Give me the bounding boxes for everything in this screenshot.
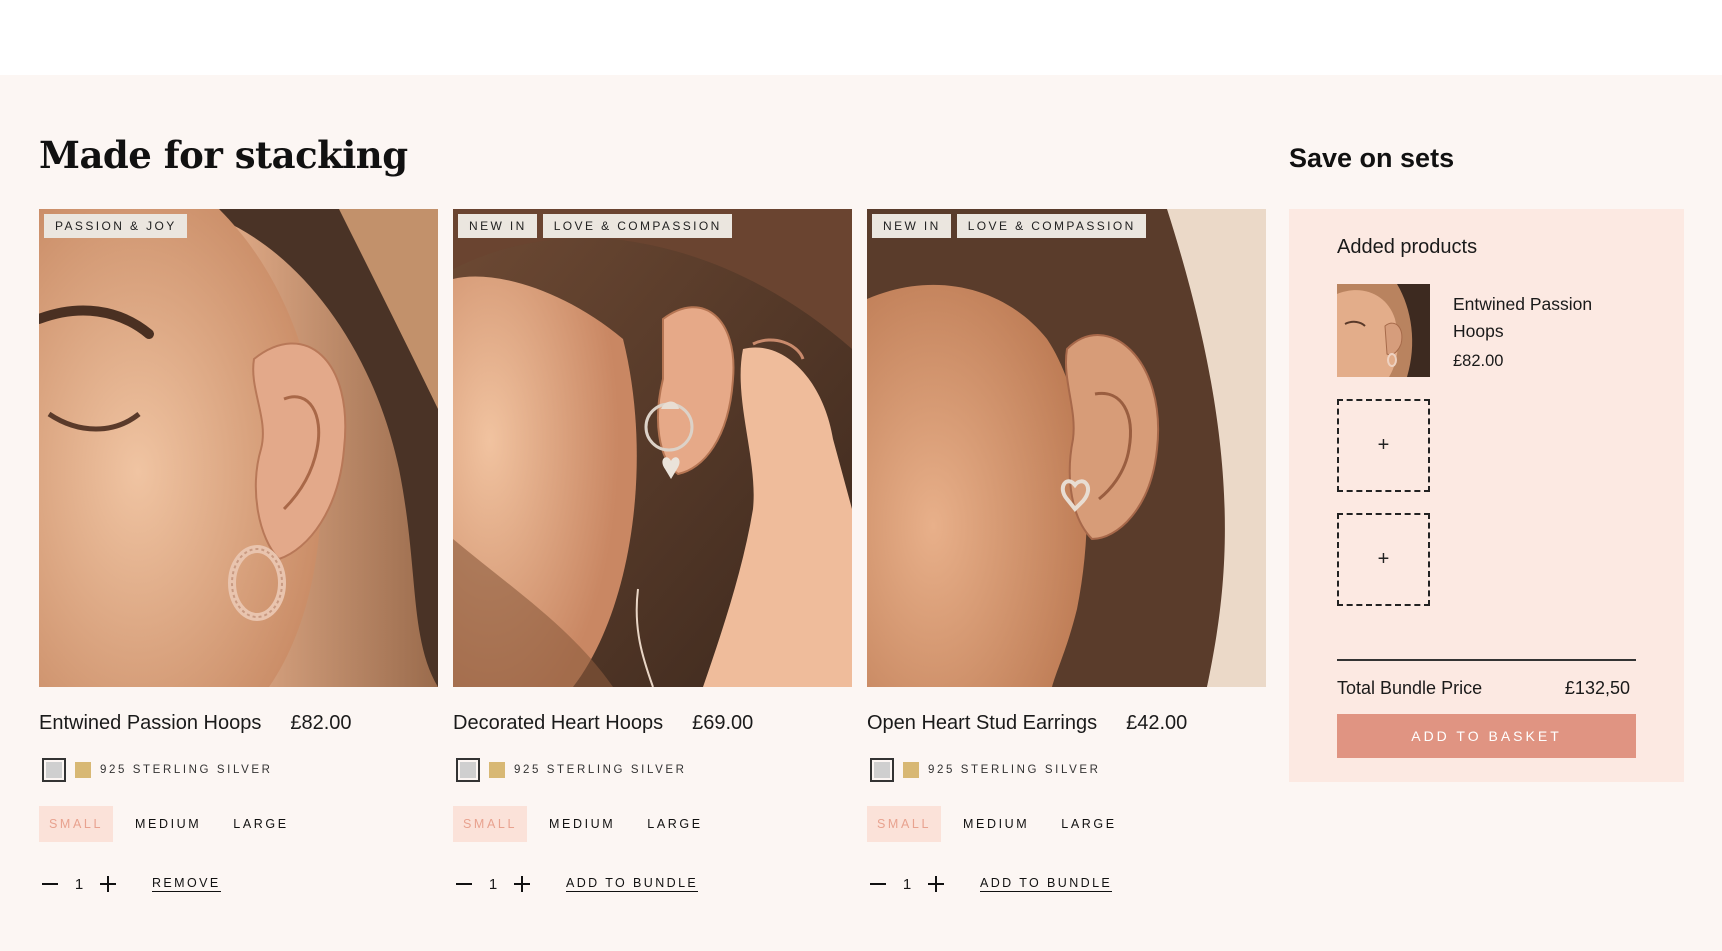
empty-bundle-slot[interactable]: + bbox=[1337, 399, 1430, 492]
size-option-large[interactable]: LARGE bbox=[1051, 806, 1126, 842]
size-option-medium[interactable]: MEDIUM bbox=[125, 806, 211, 842]
size-option-large[interactable]: LARGE bbox=[637, 806, 712, 842]
product-image[interactable]: NEW IN LOVE & COMPASSION bbox=[867, 209, 1266, 687]
bundle-title: Save on sets bbox=[1289, 143, 1455, 173]
size-option-medium[interactable]: MEDIUM bbox=[953, 806, 1039, 842]
minus-icon[interactable] bbox=[39, 873, 61, 895]
product-price: £82.00 bbox=[290, 712, 352, 734]
size-option-small[interactable]: SMALL bbox=[867, 806, 941, 842]
gold-swatch[interactable] bbox=[75, 762, 91, 778]
size-option-small[interactable]: SMALL bbox=[453, 806, 527, 842]
variant-label: 925 STERLING SILVER bbox=[100, 764, 273, 776]
variant-label: 925 STERLING SILVER bbox=[514, 764, 687, 776]
quantity-value: 1 bbox=[902, 875, 912, 893]
add-to-bundle-button[interactable]: ADD TO BUNDLE bbox=[980, 876, 1113, 892]
product-name[interactable]: Open Heart Stud Earrings bbox=[867, 712, 1097, 735]
add-to-basket-button[interactable]: ADD TO BASKET bbox=[1337, 714, 1636, 758]
total-value: £132,50 bbox=[1564, 678, 1630, 698]
product-tag: PASSION & JOY bbox=[44, 214, 187, 238]
quantity-value: 1 bbox=[488, 875, 498, 893]
size-option-small[interactable]: SMALL bbox=[39, 806, 113, 842]
add-to-bundle-button[interactable]: ADD TO BUNDLE bbox=[566, 876, 699, 892]
variant-label: 925 STERLING SILVER bbox=[928, 764, 1101, 776]
minus-icon[interactable] bbox=[867, 873, 889, 895]
product-tag: NEW IN bbox=[872, 214, 951, 238]
empty-bundle-slot[interactable]: + bbox=[1337, 513, 1430, 606]
section-heading: Made for stacking bbox=[39, 133, 408, 177]
added-product-thumbnail[interactable] bbox=[1337, 284, 1430, 377]
size-option-large[interactable]: LARGE bbox=[223, 806, 298, 842]
gold-swatch[interactable] bbox=[903, 762, 919, 778]
total-label: Total Bundle Price bbox=[1337, 678, 1483, 698]
plus-icon: + bbox=[1377, 434, 1390, 456]
product-tag: NEW IN bbox=[458, 214, 537, 238]
plus-icon[interactable] bbox=[97, 873, 119, 895]
quantity-value: 1 bbox=[74, 875, 84, 893]
product-name[interactable]: Decorated Heart Hoops bbox=[453, 712, 663, 735]
remove-button[interactable]: REMOVE bbox=[152, 876, 221, 892]
added-product-price: £82.00 bbox=[1453, 352, 1504, 370]
silver-swatch[interactable] bbox=[456, 758, 480, 782]
product-tag: LOVE & COMPASSION bbox=[956, 214, 1146, 238]
product-price: £42.00 bbox=[1126, 712, 1188, 734]
silver-swatch[interactable] bbox=[42, 758, 66, 782]
plus-icon[interactable] bbox=[511, 873, 533, 895]
plus-icon[interactable] bbox=[925, 873, 947, 895]
bundle-panel: Added products Entwined Passion Hoops £8… bbox=[1289, 209, 1684, 782]
size-option-medium[interactable]: MEDIUM bbox=[539, 806, 625, 842]
added-products-title: Added products bbox=[1337, 236, 1478, 258]
product-tag: LOVE & COMPASSION bbox=[542, 214, 732, 238]
added-product-name: Entwined Passion Hoops bbox=[1453, 294, 1593, 341]
product-name[interactable]: Entwined Passion Hoops bbox=[39, 712, 261, 735]
product-price: £69.00 bbox=[692, 712, 754, 734]
plus-icon: + bbox=[1377, 548, 1390, 570]
gold-swatch[interactable] bbox=[489, 762, 505, 778]
minus-icon[interactable] bbox=[453, 873, 475, 895]
product-image[interactable]: PASSION & JOY bbox=[39, 209, 438, 687]
product-image[interactable]: NEW IN LOVE & COMPASSION bbox=[453, 209, 852, 687]
divider bbox=[1337, 659, 1636, 661]
silver-swatch[interactable] bbox=[870, 758, 894, 782]
